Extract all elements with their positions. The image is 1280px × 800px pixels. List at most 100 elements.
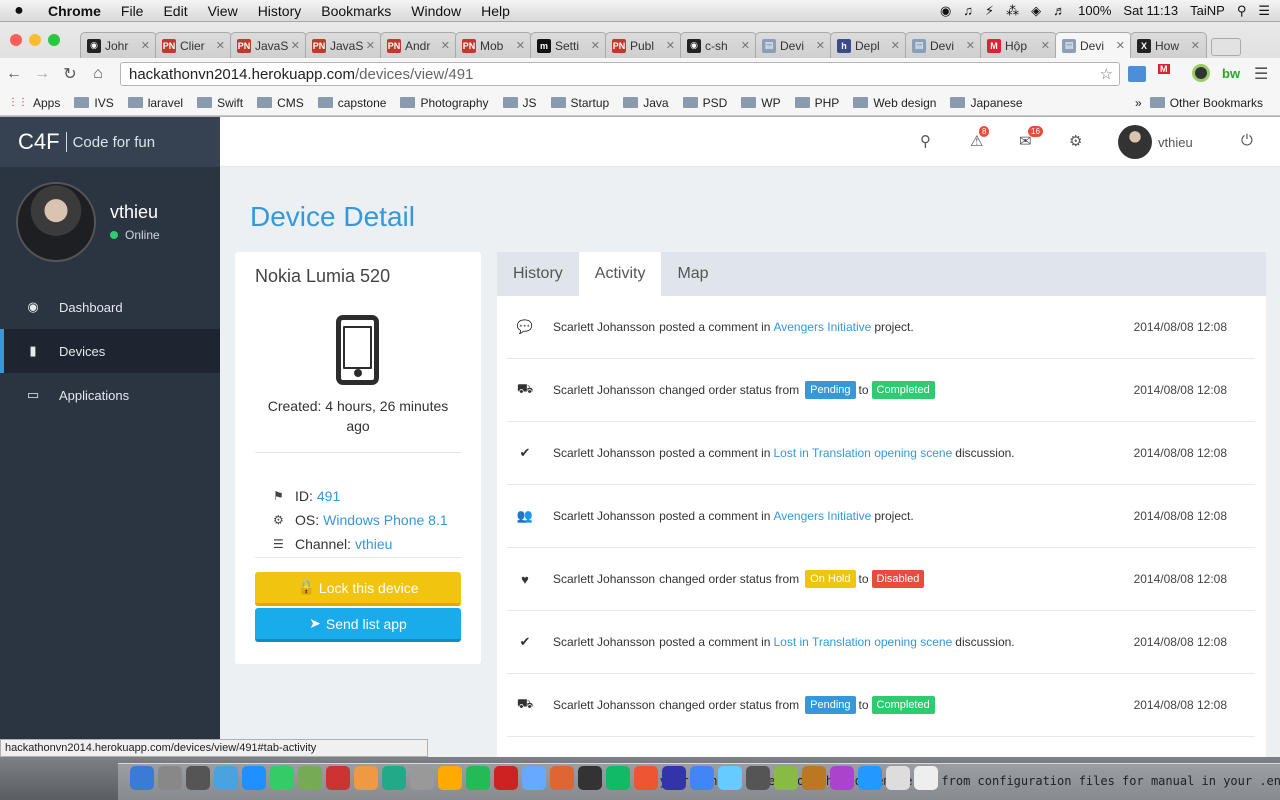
browser-tab[interactable]: ◉ c-sh ✕ [680, 32, 757, 58]
browser-tab[interactable]: PN JavaS ✕ [230, 32, 307, 58]
dock-app-icon[interactable] [438, 766, 462, 790]
dock-app-icon[interactable] [774, 766, 798, 790]
sidebar-item-applications[interactable]: ▭ Applications [0, 373, 220, 417]
dock-app-icon[interactable] [242, 766, 266, 790]
user-dropdown[interactable]: vthieu [1118, 125, 1193, 159]
new-tab-button[interactable] [1211, 38, 1241, 56]
bookmark-item[interactable]: PHP [794, 96, 839, 110]
browser-tab[interactable]: ◉ Johr ✕ [80, 32, 157, 58]
gear-icon[interactable]: ⚙ [1069, 132, 1082, 150]
dock-app-icon[interactable] [662, 766, 686, 790]
spotlight-icon[interactable]: ⚲ [1237, 3, 1247, 19]
browser-tab[interactable]: PN Andr ✕ [380, 32, 457, 58]
bookmark-item[interactable]: PSD [682, 96, 727, 110]
tab-close-icon[interactable]: ✕ [1191, 39, 1200, 52]
alert-icon[interactable]: ⚠ 8 [970, 126, 990, 150]
envelope-icon[interactable]: ✉ 16 [1019, 126, 1043, 150]
dock-app-icon[interactable] [718, 766, 742, 790]
tab-close-icon[interactable]: ✕ [666, 39, 675, 52]
lock-device-button[interactable]: 🔒 Lock this device [255, 572, 461, 606]
menu-view[interactable]: View [198, 3, 248, 19]
dock-app-icon[interactable] [158, 766, 182, 790]
menu-window[interactable]: Window [401, 3, 471, 19]
browser-tab[interactable]: X How ✕ [1130, 32, 1207, 58]
dock-app-icon[interactable] [130, 766, 154, 790]
bookmark-item[interactable]: JS [502, 96, 537, 110]
dock-app-icon[interactable] [270, 766, 294, 790]
bookmark-item[interactable]: Web design [853, 96, 936, 110]
tab-close-icon[interactable]: ✕ [1041, 39, 1050, 52]
address-bar[interactable]: hackathonvn2014.herokuapp.com/devices/vi… [120, 62, 1120, 86]
menu-file[interactable]: File [111, 3, 154, 19]
menu-history[interactable]: History [248, 3, 312, 19]
menu-help[interactable]: Help [471, 3, 520, 19]
dock-app-icon[interactable] [802, 766, 826, 790]
tab-close-icon[interactable]: ✕ [1116, 39, 1125, 52]
dock-app-icon[interactable] [634, 766, 658, 790]
tab-close-icon[interactable]: ✕ [366, 39, 375, 52]
bookmark-item[interactable]: Startup [550, 96, 609, 110]
notification-icon[interactable]: ◉ [940, 3, 951, 19]
dock-app-icon[interactable] [410, 766, 434, 790]
wifi-icon[interactable]: ◈ [1031, 3, 1041, 19]
minimize-window-icon[interactable] [29, 34, 41, 46]
dock-app-icon[interactable] [298, 766, 322, 790]
forward-icon[interactable]: → [28, 65, 56, 83]
activity-link[interactable]: Lost in Translation opening scene [773, 635, 952, 649]
list-icon[interactable]: ☰ [1258, 3, 1270, 19]
browser-tab[interactable]: h Depl ✕ [830, 32, 907, 58]
bookmark-item[interactable]: Swift [197, 96, 243, 110]
extension-circle-icon[interactable] [1192, 64, 1210, 82]
tab-history[interactable]: History [497, 252, 579, 296]
dock-app-icon[interactable] [914, 766, 938, 790]
tab-map[interactable]: Map [661, 252, 724, 296]
power-icon[interactable]: ⏻ [1241, 132, 1253, 149]
bookmark-item[interactable]: Japanese [950, 96, 1023, 110]
dock-app-icon[interactable] [466, 766, 490, 790]
bookmark-item[interactable]: Photography [400, 96, 489, 110]
dock-app-icon[interactable] [858, 766, 882, 790]
chrome-menu-icon[interactable]: ☰ [1254, 64, 1268, 84]
bookmark-item[interactable]: laravel [127, 96, 183, 110]
close-window-icon[interactable] [10, 34, 22, 46]
dock-app-icon[interactable] [214, 766, 238, 790]
browser-tab[interactable]: PN Clier ✕ [155, 32, 232, 58]
tab-close-icon[interactable]: ✕ [891, 39, 900, 52]
tab-activity[interactable]: Activity [578, 252, 662, 296]
browser-tab[interactable]: ▤ Devi ✕ [905, 32, 982, 58]
tab-close-icon[interactable]: ✕ [591, 39, 600, 52]
tab-close-icon[interactable]: ✕ [291, 39, 300, 52]
browser-tab[interactable]: PN Mob ✕ [455, 32, 532, 58]
dock-app-icon[interactable] [746, 766, 770, 790]
avatar[interactable] [16, 182, 96, 262]
tab-close-icon[interactable]: ✕ [816, 39, 825, 52]
gmail-badge-icon[interactable]: M [1158, 64, 1170, 74]
dock-app-icon[interactable] [522, 766, 546, 790]
tab-close-icon[interactable]: ✕ [441, 39, 450, 52]
other-bookmarks[interactable]: » Other Bookmarks [1135, 96, 1263, 110]
browser-tab[interactable]: M Hộp ✕ [980, 32, 1057, 58]
browser-tab[interactable]: PN JavaS ✕ [305, 32, 382, 58]
bookmark-item[interactable]: ⋮⋮ Apps [8, 96, 60, 110]
dock-app-icon[interactable] [494, 766, 518, 790]
volume-icon[interactable]: ♬ [1053, 3, 1066, 18]
browser-tab[interactable]: PN Publ ✕ [605, 32, 682, 58]
dock-app-icon[interactable] [886, 766, 910, 790]
browser-tab[interactable]: m Setti ✕ [530, 32, 607, 58]
clock-text[interactable]: Sat 11:13 [1123, 3, 1178, 18]
tab-close-icon[interactable]: ✕ [141, 39, 150, 52]
zoom-window-icon[interactable] [48, 34, 60, 46]
activity-link[interactable]: Avengers Initiative [773, 509, 871, 523]
bookmark-item[interactable]: CMS [257, 96, 304, 110]
dock-app-icon[interactable] [326, 766, 350, 790]
dock-app-icon[interactable] [186, 766, 210, 790]
bell-icon[interactable]: ♫ [963, 3, 973, 18]
bolt-icon[interactable]: ⚡ [985, 3, 994, 19]
user-menu[interactable]: TaiNP [1190, 3, 1225, 18]
sidebar-item-devices[interactable]: ▮ Devices [0, 329, 220, 373]
bluetooth-icon[interactable]: ⁂ [1006, 3, 1019, 19]
star-icon[interactable]: ☆ [1100, 65, 1113, 83]
reload-icon[interactable]: ↻ [56, 64, 84, 84]
browser-tab[interactable]: ▤ Devi ✕ [755, 32, 832, 58]
dock-app-icon[interactable] [382, 766, 406, 790]
